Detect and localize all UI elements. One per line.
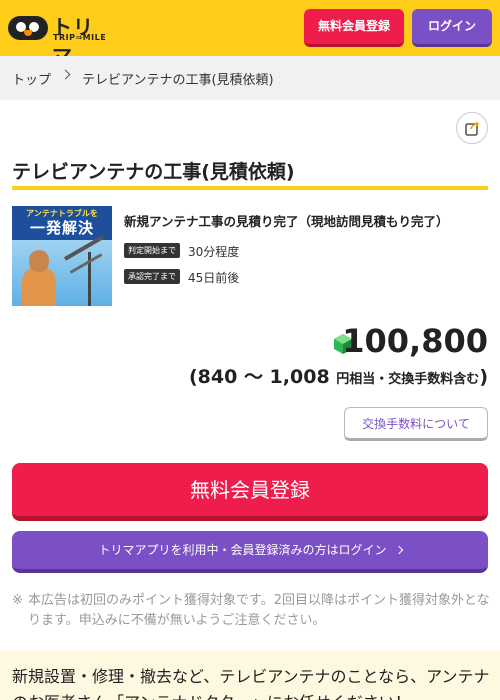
- header-signup-button[interactable]: 無料会員登録: [304, 9, 404, 47]
- notice-text: 本広告は初回のみポイント獲得対象です。2回目以降はポイント獲得対象外となります。…: [28, 593, 490, 628]
- chevron-right-icon: [60, 69, 71, 80]
- yen-range: 840 〜 1,008: [197, 366, 330, 388]
- points-row: 100,800: [200, 322, 488, 366]
- trima-logo[interactable]: トリマ TRIP⇒MILE: [8, 13, 106, 68]
- notice: ※ 本広告は初回のみポイント獲得対象です。2回目以降はポイント獲得対象外となりま…: [12, 591, 492, 631]
- tag-approval: 承認完了まで: [124, 269, 180, 284]
- description-box: 新規設置・修理・撤去など、テレビアンテナのことなら、アンテナのお医者さん「アンテ…: [0, 651, 500, 700]
- exchange-fee-button[interactable]: 交換手数料について: [344, 407, 488, 441]
- banner-line-2: 一発解決: [29, 219, 94, 237]
- offer-banner-image: アンテナトラブルを 一発解決: [12, 206, 112, 306]
- chevron-right-icon: [394, 545, 403, 555]
- penguin-logo-icon: [8, 16, 48, 40]
- page-title: テレビアンテナの工事(見積依頼): [12, 156, 488, 190]
- share-icon: [465, 121, 480, 136]
- yen-suffix: 円相当・交換手数料含む: [336, 372, 480, 387]
- header-login-button[interactable]: ログイン: [412, 9, 492, 47]
- signup-button[interactable]: 無料会員登録: [12, 463, 488, 521]
- login-button-label: トリマアプリを利用中・会員登録済みの方はログイン: [98, 543, 387, 557]
- tag-judge-start-value: 30分程度: [188, 245, 240, 259]
- offer-name: 新規アンテナ工事の見積り完了（現地訪問見積もり完了）: [124, 214, 449, 229]
- share-button[interactable]: [456, 112, 488, 144]
- breadcrumb: トップ テレビアンテナの工事(見積依頼): [0, 56, 500, 100]
- notice-mark: ※: [12, 593, 23, 608]
- description-text: 新規設置・修理・撤去など、テレビアンテナのことなら、アンテナのお医者さん「アンテ…: [12, 667, 490, 700]
- header: トリマ TRIP⇒MILE 無料会員登録 ログイン: [0, 0, 500, 68]
- tag-approval-value: 45日前後: [188, 271, 240, 285]
- breadcrumb-home-link[interactable]: トップ: [12, 69, 51, 88]
- breadcrumb-current: テレビアンテナの工事(見積依頼): [82, 73, 274, 88]
- points-value: 100,800: [342, 322, 488, 360]
- tag-judge-start: 判定開始まで: [124, 243, 180, 258]
- login-button[interactable]: トリマアプリを利用中・会員登録済みの方はログイン: [12, 531, 488, 573]
- logo-subtext: TRIP⇒MILE: [53, 33, 107, 42]
- yen-equivalent: (840 〜 1,008 円相当・交換手数料含む): [188, 366, 488, 388]
